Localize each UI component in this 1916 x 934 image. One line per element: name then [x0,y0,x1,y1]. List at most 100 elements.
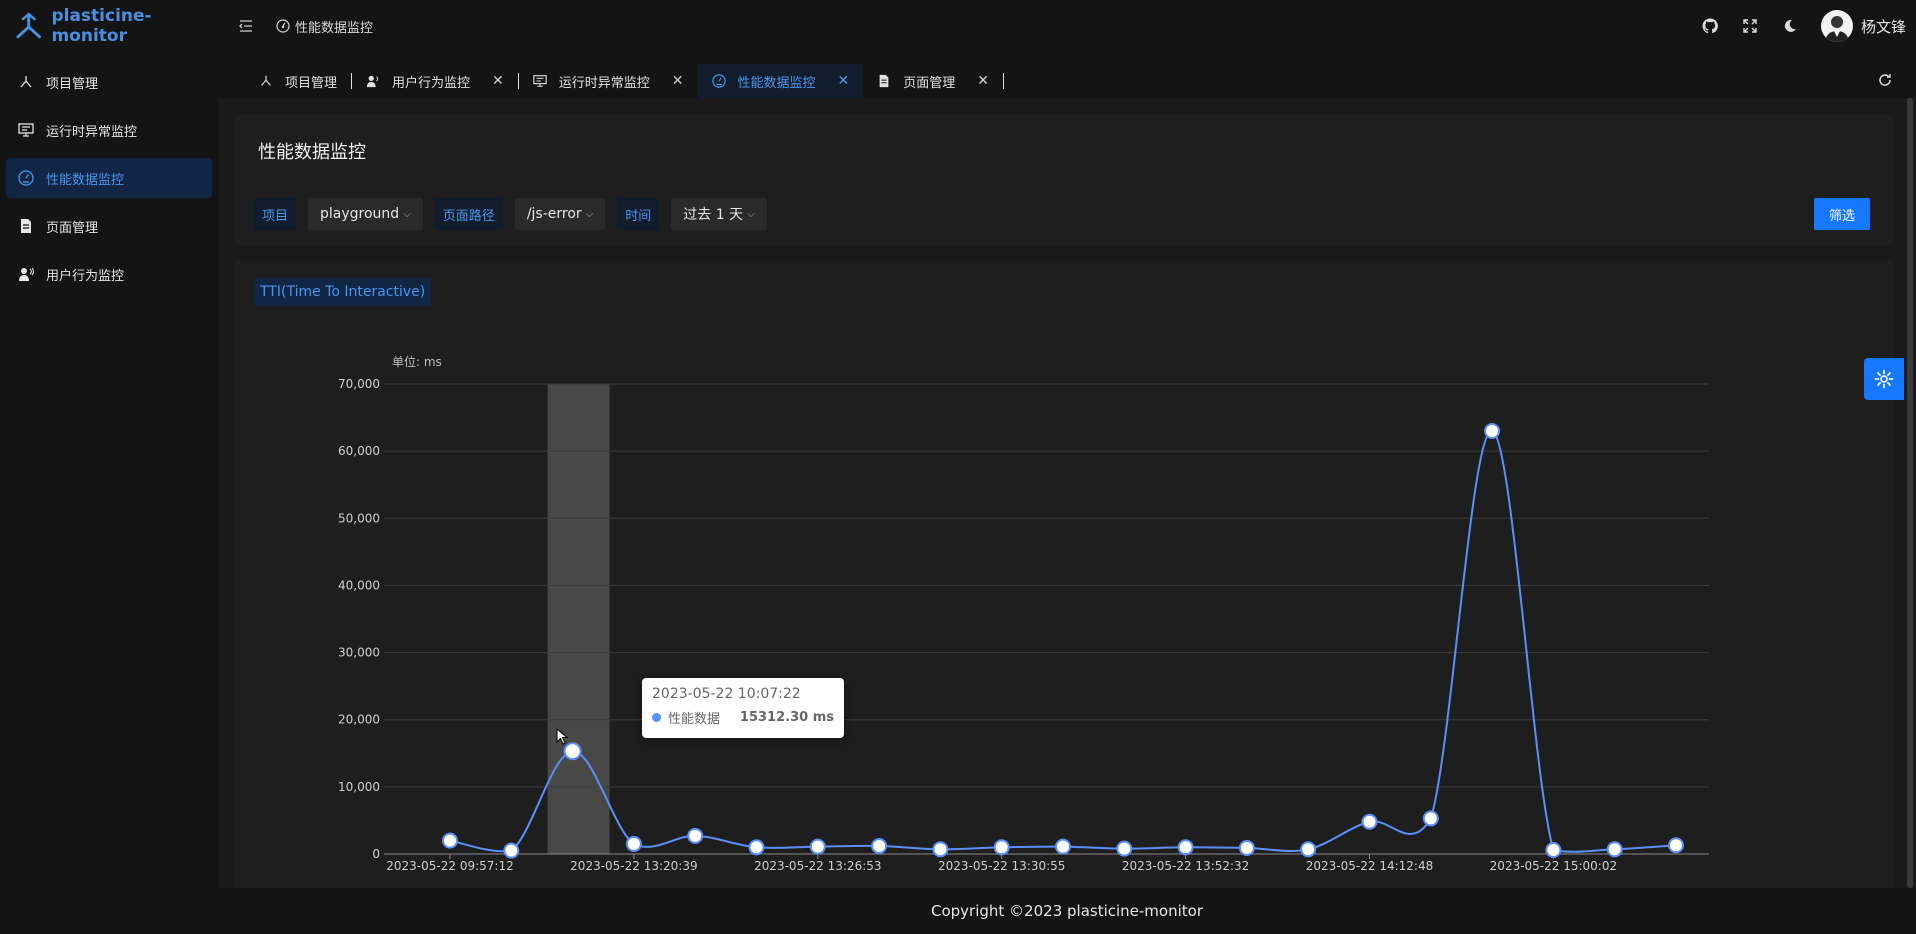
footer: Copyright ©2023 plasticine-monitor [218,888,1916,934]
chart-tooltip: 2023-05-22 10:07:22 性能数据 15312.30 ms [642,678,844,738]
tooltip-series: 性能数据 [668,712,721,727]
sidebar-item-label: 用户行为监控 [46,268,125,284]
time-select[interactable]: 过去 1 天 ⌵ [671,198,767,230]
collapse-menu-button[interactable] [236,16,256,36]
data-point [442,832,458,849]
data-point [871,837,888,854]
monitor-icon [533,75,547,87]
y-tick-label: 70,000 [338,377,380,391]
path-label: 页面路径 [434,198,503,230]
fullscreen-icon[interactable] [1741,17,1759,35]
sidebar-item-page[interactable]: 页面管理 [6,206,212,246]
tti-line-chart[interactable]: 单位: ms 0 10,000 20,000 30,000 40,000 50,000 60,… [234,340,1734,880]
project-select-value: playground [320,206,400,222]
time-label: 时间 [617,198,660,230]
performance-icon [18,170,34,186]
chevron-down-icon: ⌵ [585,208,594,220]
sidebar-item-label: 项目管理 [46,76,99,92]
settings-button[interactable] [1864,358,1904,400]
data-point [1238,839,1255,856]
project-label: 项目 [254,198,297,230]
dark-mode-icon[interactable] [1781,17,1799,35]
app-name: plasticine-monitor [51,6,152,46]
data-point [625,835,642,852]
data-point [1606,841,1623,858]
data-point [1668,837,1684,854]
tab-user-behavior[interactable]: 用户行为监控 ✕ [352,64,518,98]
tooltip-title: 2023-05-22 10:07:22 [652,686,801,702]
scrollbar[interactable] [1906,98,1914,888]
x-tick-label: 2023-05-22 13:26:53 [754,859,881,873]
page-title: 性能数据监控 [258,142,366,163]
close-icon[interactable]: ✕ [492,73,504,89]
x-tick-label: 2023-05-22 13:20:39 [570,859,697,873]
tab-label: 运行时异常监控 [558,75,650,91]
github-icon[interactable] [1701,17,1719,35]
tab-runtime-error[interactable]: 运行时异常监控 ✕ [519,64,698,98]
data-point [503,842,520,859]
y-tick-label: 10,000 [338,780,380,794]
breadcrumb: 性能数据监控 [276,17,373,36]
project-icon [261,75,271,86]
sidebar-item-label: 页面管理 [46,220,99,236]
user-behavior-icon [366,75,379,88]
tab-label: 页面管理 [903,75,956,91]
data-point [1055,838,1071,855]
performance-icon [711,74,726,88]
sidebar-item-user-behavior[interactable]: 用户行为监控 [6,254,212,294]
sidebar-item-performance[interactable]: 性能数据监控 [6,158,212,198]
data-point [1116,840,1133,857]
y-tick-label: 50,000 [338,511,380,525]
tab-page[interactable]: 页面管理 ✕ [863,64,1003,98]
y-tick-label: 40,000 [338,578,380,592]
close-icon[interactable]: ✕ [838,73,850,89]
y-tick-label: 0 [372,847,380,861]
data-point [1484,423,1501,439]
tab-label: 项目管理 [285,75,338,91]
data-point [809,838,826,855]
filter-card: 性能数据监控 项目 playground ⌵ 页面路径 /js-error ⌵ … [234,114,1894,246]
data-point [687,827,704,844]
monitor-icon [18,123,34,137]
tab-label: 性能数据监控 [737,75,816,91]
hover-band [547,384,610,854]
refresh-icon[interactable] [1877,72,1895,90]
avatar [1820,10,1853,42]
data-point [1177,839,1194,856]
mouse-cursor-icon [556,728,569,745]
user-behavior-icon [19,267,34,281]
x-tick-label: 2023-05-22 13:52:32 [1122,859,1249,873]
tabs-bar: 项目管理 用户行为监控 ✕ 运行时异常监控 ✕ 性能数据监控 ✕ 页面管理 ✕ [245,64,1895,98]
performance-icon [276,19,290,33]
data-point [993,839,1010,856]
data-point [748,839,765,856]
path-select[interactable]: /js-error ⌵ [514,198,606,230]
app-header: plasticine-monitor 性能数据监控 杨文锋 [0,0,1916,52]
tab-label: 用户行为监控 [392,75,471,91]
user-name: 杨文锋 [1860,17,1906,36]
breadcrumb-label: 性能数据监控 [295,20,374,36]
x-tick-label: 2023-05-22 09:57:12 [386,859,513,873]
tab-performance[interactable]: 性能数据监控 ✕ [697,64,864,98]
y-tick-label: 20,000 [338,713,380,727]
sidebar-item-runtime-error[interactable]: 运行时异常监控 [6,110,212,150]
chevron-down-icon: ⌵ [747,208,755,220]
project-icon [20,76,32,88]
project-select[interactable]: playground ⌵ [308,198,423,230]
metric-tag[interactable]: TTI(Time To Interactive) [254,278,432,306]
sidebar-item-project[interactable]: 项目管理 [6,62,212,102]
close-icon[interactable]: ✕ [977,73,989,89]
tab-project[interactable]: 项目管理 [245,64,351,98]
x-tick-label: 2023-05-22 13:30:55 [938,859,1065,873]
data-point [1361,813,1378,830]
y-tick-label: 30,000 [338,646,380,660]
user-menu[interactable]: 杨文锋 [1820,10,1906,42]
scrollbar-thumb[interactable] [1907,98,1913,888]
close-icon[interactable]: ✕ [672,73,684,89]
page-icon [21,219,31,233]
filter-button[interactable]: 筛选 [1814,198,1870,230]
logo[interactable]: plasticine-monitor [14,6,224,46]
data-point [1422,810,1439,827]
sidebar-item-label: 运行时异常监控 [46,124,138,140]
menu-fold-icon [239,20,252,32]
